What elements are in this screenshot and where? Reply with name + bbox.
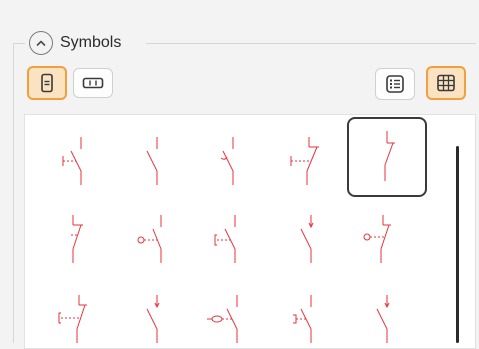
switch-nc-pull-icon xyxy=(58,295,87,343)
symbol-cell[interactable] xyxy=(263,279,343,348)
switch-nc-roller-icon xyxy=(363,215,391,263)
group-border xyxy=(13,43,14,343)
switch-no-arrow-icon xyxy=(300,215,314,263)
symbol-cell[interactable] xyxy=(339,279,419,348)
switch-no-roller-icon xyxy=(137,215,162,263)
switch-nc-icon xyxy=(384,131,395,181)
symbols-panel: Symbols xyxy=(0,0,479,349)
symbol-cell[interactable] xyxy=(111,279,191,348)
switch-no-arrow-3-icon xyxy=(376,295,390,343)
list-view-icon xyxy=(386,75,404,93)
symbol-cell-selected[interactable] xyxy=(347,117,427,197)
symbol-cell[interactable] xyxy=(111,199,191,279)
group-border xyxy=(146,43,476,44)
symbol-cell[interactable] xyxy=(263,121,343,201)
symbol-grid xyxy=(24,114,476,349)
switch-nc-stem-icon xyxy=(71,215,83,263)
switch-no-delayed-icon xyxy=(220,137,234,185)
grid-view-icon xyxy=(437,74,455,92)
group-title: Symbols xyxy=(60,33,126,53)
switch-no-arrow-2-icon xyxy=(146,295,160,343)
symbol-cell[interactable] xyxy=(35,199,115,279)
list-view-button[interactable] xyxy=(375,68,415,100)
switch-no-icon xyxy=(146,137,158,185)
symbol-cell[interactable] xyxy=(187,121,267,201)
chevron-up-icon xyxy=(36,40,46,46)
symbol-cell[interactable] xyxy=(35,121,115,201)
symbol-cell[interactable] xyxy=(187,279,267,348)
symbol-cell[interactable] xyxy=(111,121,191,201)
collapse-button[interactable] xyxy=(29,31,53,55)
switch-no-pull-icon xyxy=(214,215,236,263)
symbol-cell[interactable] xyxy=(339,199,419,279)
group-border xyxy=(13,43,25,44)
vertical-orientation-button[interactable] xyxy=(27,66,67,100)
switch-no-manual-icon xyxy=(62,137,82,185)
vertical-orientation-icon xyxy=(41,73,53,93)
switch-no-oval-icon xyxy=(207,295,238,343)
vertical-scrollbar[interactable] xyxy=(456,146,459,343)
symbol-cell[interactable] xyxy=(187,199,267,279)
symbol-cell[interactable] xyxy=(263,199,343,279)
symbol-cell[interactable] xyxy=(35,279,115,348)
switch-no-key-icon xyxy=(293,295,312,343)
horizontal-orientation-icon xyxy=(82,77,104,89)
switch-nc-manual-icon xyxy=(290,137,319,185)
grid-view-button[interactable] xyxy=(426,66,466,100)
horizontal-orientation-button[interactable] xyxy=(73,68,113,98)
